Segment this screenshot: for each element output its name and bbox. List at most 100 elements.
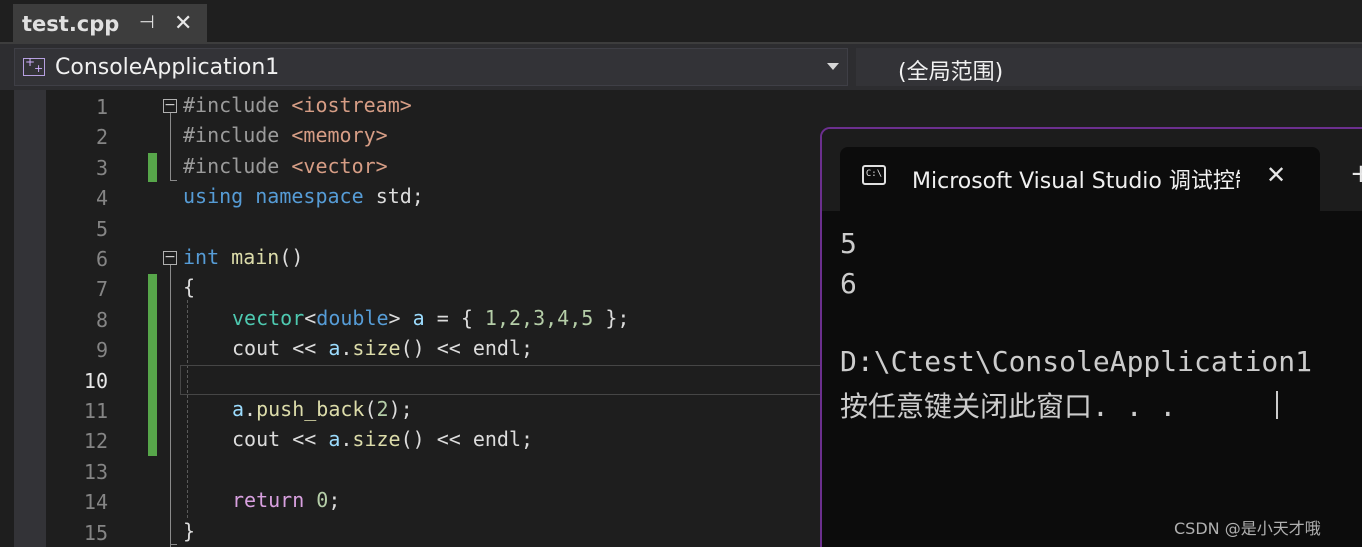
- token-function: push_back: [256, 397, 365, 421]
- token-function: size: [352, 336, 401, 360]
- code-line-7: {: [183, 275, 195, 299]
- token-type: vector: [232, 306, 305, 330]
- token-number: 0: [316, 488, 329, 512]
- token-punct: ;: [328, 488, 341, 512]
- token-keyword: using: [183, 184, 244, 208]
- token-variable: a: [232, 397, 245, 421]
- token-punct: =: [424, 306, 461, 330]
- line-number: 13: [83, 460, 108, 484]
- line-number: 12: [83, 429, 108, 453]
- glyph-margin: [14, 90, 46, 547]
- token-punct: {: [460, 306, 485, 330]
- token-identifier: cout <<: [232, 336, 329, 360]
- collapse-toggle-icon[interactable]: −: [163, 98, 177, 113]
- chevron-down-icon[interactable]: [827, 63, 839, 70]
- line-number: 3: [95, 156, 108, 180]
- console-output-line: 6: [840, 267, 857, 300]
- outline-end: [170, 180, 177, 181]
- line-number: 7: [95, 277, 108, 301]
- token-punct: }: [183, 519, 196, 543]
- token-punct: .: [340, 336, 353, 360]
- line-number: 14: [83, 490, 108, 514]
- console-title: Microsoft Visual Studio 调试控制台: [912, 169, 1240, 194]
- token-directive: #include: [183, 93, 280, 117]
- code-line-6: int main(): [183, 245, 303, 269]
- project-dropdown[interactable]: + + ConsoleApplication1: [14, 48, 848, 86]
- change-marker: [148, 274, 157, 456]
- token-punct: .: [244, 397, 257, 421]
- project-label: ConsoleApplication1: [55, 55, 280, 80]
- line-number: 11: [83, 399, 108, 423]
- code-line-12: cout << a.size() << endl;: [232, 427, 533, 451]
- code-line-8: vector<double> a = { 1,2,3,4,5 };: [232, 306, 629, 330]
- code-line-4: using namespace std;: [183, 184, 424, 208]
- token-function: main: [231, 245, 280, 269]
- code-line-14: return 0;: [232, 488, 340, 512]
- token-punct: (: [364, 397, 377, 421]
- current-line-highlight: [180, 365, 822, 395]
- token-identifier: cout <<: [232, 427, 329, 451]
- token-variable: a: [412, 306, 425, 330]
- scope-dropdown[interactable]: (全局范围): [856, 48, 1362, 86]
- project-icon: + +: [23, 55, 45, 76]
- document-tab-strip: test.cpp ⊣ ✕: [0, 0, 1362, 44]
- watermark: CSDN @是小天才哦: [1174, 519, 1321, 538]
- close-icon[interactable]: ✕: [174, 13, 196, 35]
- line-number: 15: [83, 521, 108, 545]
- token-variable: a: [328, 427, 341, 451]
- token-directive: #include: [183, 123, 280, 147]
- token-keyword: return: [232, 488, 305, 512]
- terminal-icon: C:\: [862, 165, 886, 185]
- code-line-2: #include <memory>: [183, 123, 388, 147]
- code-line-9: cout << a.size() << endl;: [232, 336, 533, 360]
- close-icon[interactable]: ✕: [1266, 161, 1286, 189]
- line-number: 2: [95, 125, 108, 149]
- token-keyword: namespace: [255, 184, 364, 208]
- console-tab[interactable]: C:\ Microsoft Visual Studio 调试控制台 ✕: [840, 147, 1320, 211]
- outline-end: [170, 544, 177, 545]
- token-header: <memory>: [291, 123, 388, 147]
- token-punct: };: [593, 306, 630, 330]
- scope-label: (全局范围): [898, 60, 1004, 85]
- line-number-current: 10: [83, 369, 108, 393]
- new-tab-icon[interactable]: +: [1350, 159, 1362, 189]
- pin-icon[interactable]: ⊣: [139, 13, 159, 33]
- token-header: <vector>: [291, 154, 388, 178]
- console-output-line: 按任意键关闭此窗口. . .: [840, 390, 1177, 423]
- console-output-line: D:\Ctest\ConsoleApplication1: [840, 345, 1313, 378]
- token-directive: #include: [183, 154, 280, 178]
- token-function: size: [352, 427, 401, 451]
- tab-title: test.cpp: [22, 12, 120, 36]
- token-identifier: () << endl;: [400, 336, 534, 360]
- line-number: 5: [95, 217, 108, 241]
- line-number: 4: [95, 186, 108, 210]
- console-output-line: 5: [840, 227, 857, 260]
- token-identifier: () << endl;: [400, 427, 534, 451]
- code-line-11: a.push_back(2);: [232, 397, 413, 421]
- code-line-1: #include <iostream>: [183, 93, 412, 117]
- indent-guide: [187, 300, 188, 518]
- console-titlebar: C:\ Microsoft Visual Studio 调试控制台 ✕ +: [822, 129, 1362, 211]
- token-punct: );: [388, 397, 413, 421]
- token-punct: .: [340, 427, 353, 451]
- line-number: 6: [95, 247, 108, 271]
- token-variable: a: [328, 336, 341, 360]
- token-punct: >: [388, 306, 401, 330]
- token-punct: (): [279, 245, 304, 269]
- text-caret: [1276, 391, 1278, 419]
- token-number: 2: [376, 397, 389, 421]
- code-line-15: }: [183, 519, 195, 543]
- debug-console-window[interactable]: C:\ Microsoft Visual Studio 调试控制台 ✕ + 5 …: [820, 127, 1362, 547]
- navigation-bar: + + ConsoleApplication1 (全局范围): [0, 44, 1362, 90]
- token-keyword: double: [316, 306, 389, 330]
- tab-test-cpp[interactable]: test.cpp ⊣ ✕: [13, 4, 207, 44]
- change-marker: [148, 153, 157, 182]
- token-number: 1,2,3,4,5: [484, 306, 594, 330]
- outline-line: [170, 113, 171, 180]
- code-line-3: #include <vector>: [183, 154, 388, 178]
- collapse-toggle-icon[interactable]: −: [163, 250, 177, 265]
- line-number: 9: [95, 338, 108, 362]
- outline-line: [170, 265, 171, 547]
- ide-window: test.cpp ⊣ ✕ + + ConsoleApplication1 (全局范…: [0, 0, 1362, 547]
- line-number: 1: [95, 95, 108, 119]
